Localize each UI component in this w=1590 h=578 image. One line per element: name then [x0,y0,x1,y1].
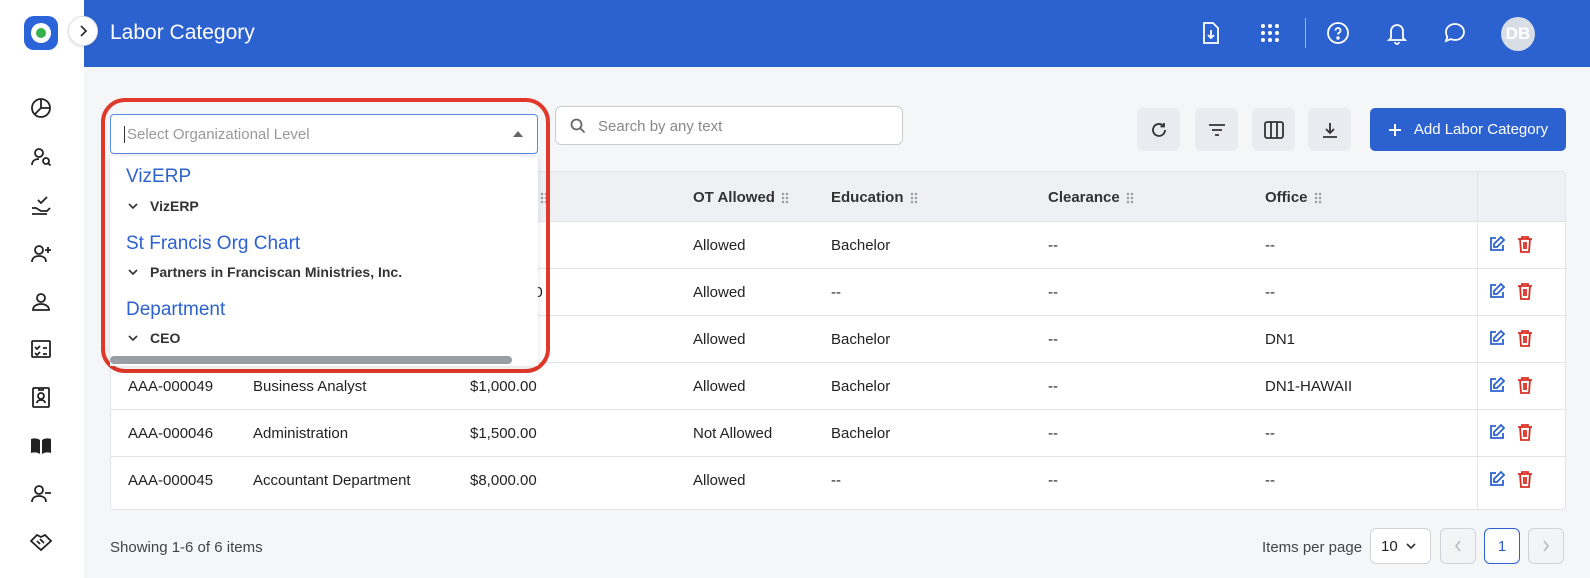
chat-icon[interactable] [1442,20,1468,46]
apps-grid-icon[interactable] [1257,20,1283,46]
delete-icon[interactable] [1517,235,1537,255]
user-icon[interactable] [28,289,54,315]
search-placeholder: Search by any text [598,118,723,135]
drag-handle-icon[interactable] [780,191,789,204]
table-row[interactable]: AAA-000045 Accountant Department $8,000.… [111,457,1565,504]
pie-chart-icon[interactable] [28,95,54,121]
edit-icon[interactable] [1488,235,1508,255]
chevron-right-icon [1543,540,1550,552]
filter-icon [1208,123,1225,136]
column-header-office[interactable]: Office [1265,189,1322,206]
items-per-page-select[interactable]: 10 [1370,528,1431,564]
id-badge-icon[interactable] [28,384,54,410]
delete-icon[interactable] [1517,376,1537,396]
topbar-divider [1305,18,1306,48]
search-icon [570,118,586,139]
sidebar [0,0,84,578]
refresh-button[interactable] [1137,108,1180,151]
handshake-icon[interactable] [28,528,54,554]
menu-option[interactable]: VizERP [128,198,199,214]
plus-icon [1388,123,1401,136]
filter-button[interactable] [1195,108,1238,151]
refresh-icon [1151,122,1166,137]
file-download-icon[interactable] [1198,20,1224,46]
bell-icon[interactable] [1384,20,1410,46]
edit-icon[interactable] [1488,376,1508,396]
items-per-page-label: Items per page [1262,539,1363,556]
menu-option-label: Partners in Franciscan Ministries, Inc. [150,264,403,280]
column-header-education[interactable]: Education [831,189,918,206]
drag-handle-icon[interactable] [1313,191,1322,204]
page-title: Labor Category [110,21,255,44]
previous-page-button[interactable] [1440,528,1476,564]
user-search-icon[interactable] [28,144,54,170]
menu-group-label: St Francis Org Chart [126,233,301,254]
pagination-summary: Showing 1-6 of 6 items [110,539,263,556]
delete-icon[interactable] [1517,329,1537,349]
user-remove-icon[interactable] [28,481,54,507]
edit-icon[interactable] [1488,470,1508,490]
columns-icon [1263,120,1284,139]
menu-option-label: VizERP [150,198,199,214]
sidebar-toggle-button[interactable] [68,16,98,46]
drag-handle-icon[interactable] [1125,191,1134,204]
menu-option[interactable]: CEO [128,330,180,346]
drag-handle-icon[interactable] [909,191,918,204]
organizational-level-select[interactable]: Select Organizational Level [110,114,538,154]
delete-icon[interactable] [1517,470,1537,490]
user-avatar[interactable]: DB [1501,17,1535,51]
search-input[interactable]: Search by any text [555,106,903,145]
horizontal-scrollbar[interactable] [110,356,512,364]
hand-check-icon[interactable] [28,193,54,219]
menu-group-label: VizERP [126,166,192,187]
book-icon[interactable] [28,433,54,459]
edit-icon[interactable] [1488,282,1508,302]
help-icon[interactable] [1325,20,1351,46]
download-button[interactable] [1308,108,1351,151]
menu-option[interactable]: Partners in Franciscan Ministries, Inc. [128,264,402,280]
columns-button[interactable] [1252,108,1295,151]
delete-icon[interactable] [1517,423,1537,443]
column-header-clearance[interactable]: Clearance [1048,189,1134,206]
download-icon [1322,122,1337,138]
edit-icon[interactable] [1488,423,1508,443]
add-labor-category-button[interactable]: Add Labor Category [1370,108,1566,151]
chevron-down-icon[interactable] [128,268,138,276]
delete-icon[interactable] [1517,282,1537,302]
page-1-button[interactable]: 1 [1484,528,1520,564]
chevron-right-icon [80,25,88,37]
menu-group-label: Department [126,299,226,320]
app-logo[interactable] [24,16,58,50]
chevron-down-icon[interactable] [128,334,138,342]
edit-icon[interactable] [1488,329,1508,349]
caret-up-icon[interactable] [513,131,523,137]
chevron-down-icon [1406,543,1416,550]
table-row[interactable]: AAA-000046 Administration $1,500.00 Not … [111,410,1565,457]
organizational-level-placeholder: Select Organizational Level [124,126,310,143]
checklist-icon[interactable] [28,336,54,362]
chevron-down-icon[interactable] [128,202,138,210]
next-page-button[interactable] [1528,528,1564,564]
menu-option-label: CEO [150,330,181,346]
column-header-ot-allowed[interactable]: OT Allowed [693,189,789,206]
chevron-left-icon [1454,540,1461,552]
user-add-icon[interactable] [28,241,54,267]
add-labor-category-label: Add Labor Category [1413,121,1549,138]
top-bar: Labor Category DB [84,0,1590,67]
items-per-page-value: 10 [1381,537,1398,555]
organizational-level-menu: VizERP VizERP St Francis Org Chart Partn… [110,156,538,366]
